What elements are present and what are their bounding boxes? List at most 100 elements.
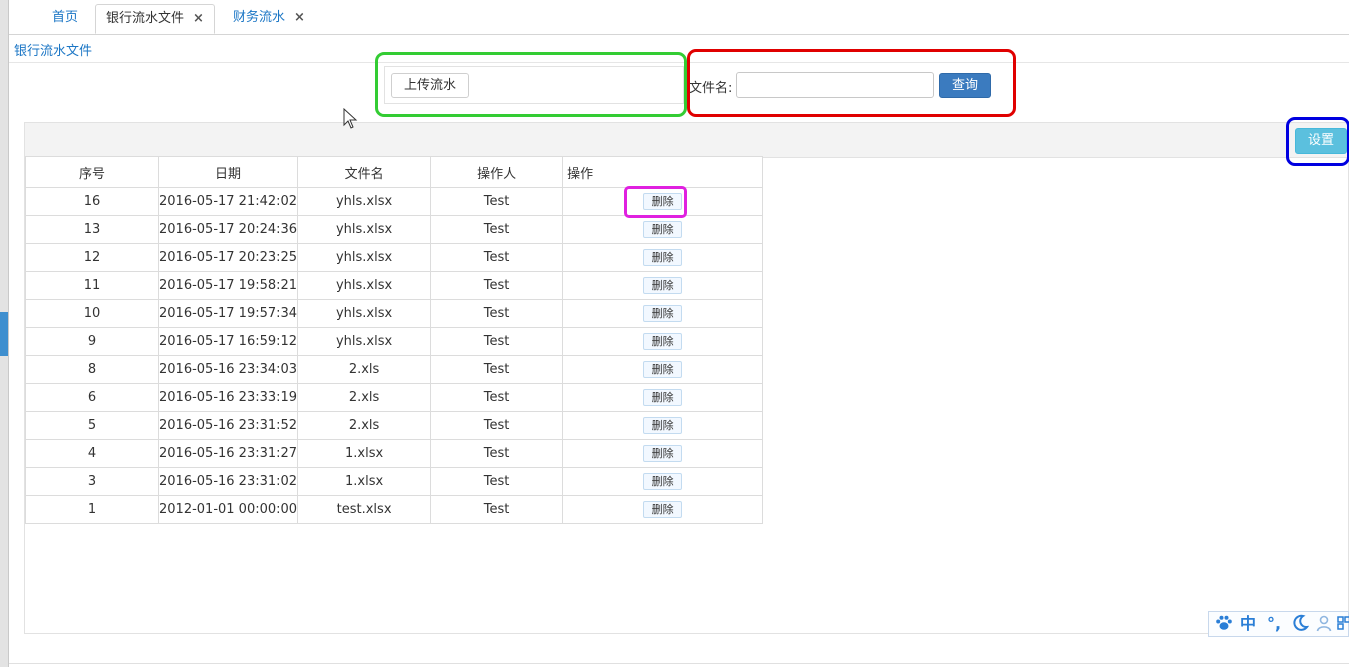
row-filename-cell: 2.xls (297, 355, 432, 384)
upload-area: 上传流水 (384, 66, 684, 104)
row-operator-cell: Test (430, 383, 564, 412)
table-row[interactable]: 9 2016-05-17 16:59:12 yhls.xlsx Test 删除 (25, 327, 764, 356)
row-operator-cell: Test (430, 327, 564, 356)
table-header-row: 序号 日期 文件名 操作人 操作 (25, 156, 764, 188)
row-index-cell: 4 (25, 439, 159, 468)
row-filename-cell: yhls.xlsx (297, 187, 432, 216)
table-row[interactable]: 8 2016-05-16 23:34:03 2.xls Test 删除 (25, 355, 764, 384)
row-filename-cell: yhls.xlsx (297, 215, 432, 244)
row-actions-cell: 删除 (562, 383, 764, 412)
table-body: 16 2016-05-17 21:42:02 yhls.xlsx Test 删除 13 20… (25, 187, 764, 524)
delete-button[interactable]: 删除 (643, 361, 683, 378)
grid-icon[interactable] (1337, 614, 1349, 637)
column-header-index[interactable]: 序号 (25, 156, 159, 188)
row-actions-cell: 删除 (562, 187, 764, 216)
row-filename-cell: 1.xlsx (297, 439, 432, 468)
row-operator-cell: Test (430, 243, 564, 272)
row-date-cell: 2016-05-16 23:31:02 (157, 467, 299, 496)
filename-search-input[interactable] (736, 72, 934, 98)
delete-button[interactable]: 删除 (643, 249, 683, 266)
row-date-cell: 2016-05-16 23:34:03 (157, 355, 299, 384)
delete-button[interactable]: 删除 (643, 389, 683, 406)
settings-button[interactable]: 设置 (1295, 128, 1347, 154)
row-index-cell: 5 (25, 411, 159, 440)
close-icon[interactable]: × (193, 5, 204, 33)
query-button[interactable]: 查询 (939, 73, 991, 98)
column-header-filename[interactable]: 文件名 (297, 156, 432, 188)
row-operator-cell: Test (430, 299, 564, 328)
row-operator-cell: Test (430, 439, 564, 468)
row-index-cell: 12 (25, 243, 159, 272)
row-filename-cell: 1.xlsx (297, 467, 432, 496)
table-row[interactable]: 12 2016-05-17 20:23:25 yhls.xlsx Test 删除 (25, 243, 764, 272)
table-row[interactable]: 13 2016-05-17 20:24:36 yhls.xlsx Test 删除 (25, 215, 764, 244)
row-operator-cell: Test (430, 187, 564, 216)
row-index-cell: 16 (25, 187, 159, 216)
table-row[interactable]: 11 2016-05-17 19:58:21 yhls.xlsx Test 删除 (25, 271, 764, 300)
table-row[interactable]: 5 2016-05-16 23:31:52 2.xls Test 删除 (25, 411, 764, 440)
breadcrumb: 银行流水文件 (14, 44, 93, 59)
row-actions-cell: 删除 (562, 411, 764, 440)
row-index-cell: 10 (25, 299, 159, 328)
row-filename-cell: yhls.xlsx (297, 243, 432, 272)
delete-button[interactable]: 删除 (643, 473, 683, 490)
column-header-date[interactable]: 日期 (157, 156, 299, 188)
delete-button[interactable]: 删除 (643, 221, 683, 238)
mouse-cursor-icon (343, 108, 358, 129)
ime-toolbar: 中 °, (1208, 611, 1349, 637)
delete-button[interactable]: 删除 (643, 193, 683, 210)
tab-bank-statement-files[interactable]: 银行流水文件 × (95, 4, 215, 34)
tab-label: 首页 (52, 10, 79, 25)
row-index-cell: 1 (25, 495, 159, 524)
row-filename-cell: 2.xls (297, 383, 432, 412)
row-filename-cell: yhls.xlsx (297, 299, 432, 328)
row-filename-cell: yhls.xlsx (297, 271, 432, 300)
delete-button[interactable]: 删除 (643, 501, 683, 518)
close-icon[interactable]: × (294, 4, 305, 32)
table-row[interactable]: 16 2016-05-17 21:42:02 yhls.xlsx Test 删除 (25, 187, 764, 216)
delete-button[interactable]: 删除 (643, 333, 683, 350)
row-date-cell: 2016-05-17 19:58:21 (157, 271, 299, 300)
tab-bar: 首页 银行流水文件 × 财务流水 × (9, 0, 1349, 35)
row-operator-cell: Test (430, 411, 564, 440)
upload-statement-button[interactable]: 上传流水 (391, 73, 469, 98)
tab-finance-statement[interactable]: 财务流水 × (223, 4, 315, 34)
tab-label: 财务流水 (233, 10, 286, 25)
column-header-operator[interactable]: 操作人 (430, 156, 564, 188)
delete-button[interactable]: 删除 (643, 305, 683, 322)
row-operator-cell: Test (430, 495, 564, 524)
grid-toolbar (25, 123, 1348, 158)
row-index-cell: 8 (25, 355, 159, 384)
sidebar-toggle-handle[interactable] (0, 312, 8, 356)
row-filename-cell: 2.xls (297, 411, 432, 440)
ime-chinese-mode[interactable]: 中 (1240, 614, 1256, 634)
column-header-actions: 操作 (562, 156, 764, 188)
row-date-cell: 2016-05-17 20:24:36 (157, 215, 299, 244)
delete-button[interactable]: 删除 (643, 417, 683, 434)
row-date-cell: 2016-05-17 20:23:25 (157, 243, 299, 272)
tab-label: 银行流水文件 (106, 11, 185, 26)
row-index-cell: 3 (25, 467, 159, 496)
row-date-cell: 2016-05-16 23:33:19 (157, 383, 299, 412)
tab-home[interactable]: 首页 (42, 4, 88, 34)
table-row[interactable]: 1 2012-01-01 00:00:00 test.xlsx Test 删除 (25, 495, 764, 524)
delete-button[interactable]: 删除 (643, 277, 683, 294)
row-date-cell: 2016-05-16 23:31:52 (157, 411, 299, 440)
row-date-cell: 2016-05-17 19:57:34 (157, 299, 299, 328)
row-actions-cell: 删除 (562, 299, 764, 328)
table-row[interactable]: 4 2016-05-16 23:31:27 1.xlsx Test 删除 (25, 439, 764, 468)
moon-icon[interactable] (1291, 614, 1310, 637)
row-operator-cell: Test (430, 271, 564, 300)
row-index-cell: 6 (25, 383, 159, 412)
paw-icon[interactable] (1215, 614, 1233, 637)
ime-punctuation-mode[interactable]: °, (1267, 614, 1281, 634)
row-date-cell: 2016-05-17 16:59:12 (157, 327, 299, 356)
table-row[interactable]: 10 2016-05-17 19:57:34 yhls.xlsx Test 删除 (25, 299, 764, 328)
table-row[interactable]: 6 2016-05-16 23:33:19 2.xls Test 删除 (25, 383, 764, 412)
table-row[interactable]: 3 2016-05-16 23:31:02 1.xlsx Test 删除 (25, 467, 764, 496)
row-actions-cell: 删除 (562, 243, 764, 272)
row-filename-cell: yhls.xlsx (297, 327, 432, 356)
row-actions-cell: 删除 (562, 215, 764, 244)
user-icon[interactable] (1315, 614, 1333, 637)
delete-button[interactable]: 删除 (643, 445, 683, 462)
